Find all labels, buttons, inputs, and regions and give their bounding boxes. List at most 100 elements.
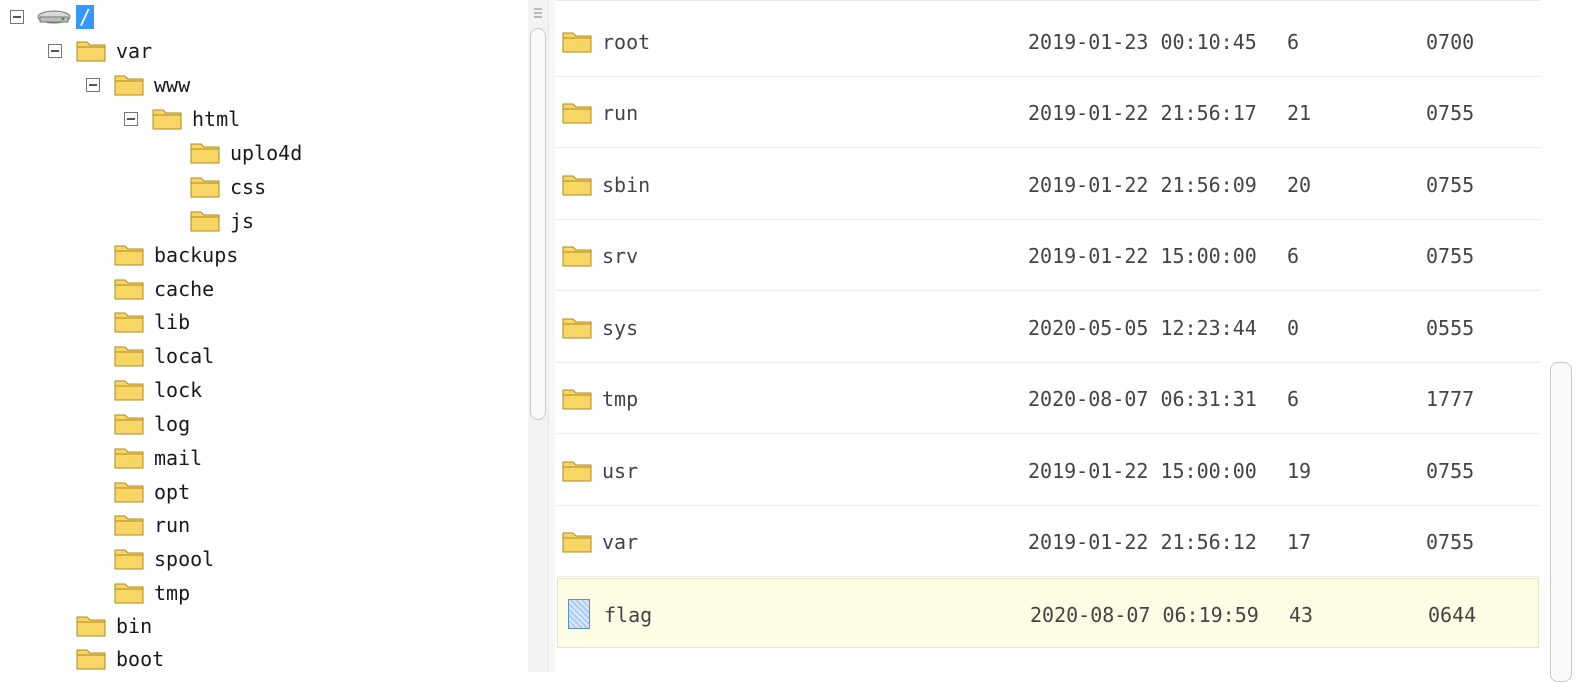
file-row[interactable]: sbin 2019-01-22 21:56:09 20 0755 xyxy=(556,149,1540,220)
tree-node-label: log xyxy=(154,412,191,436)
tree-node-label: uplo4d xyxy=(230,141,303,165)
file-name: usr xyxy=(602,459,639,483)
file-row[interactable]: usr 2019-01-22 15:00:00 19 0755 xyxy=(556,435,1540,506)
folder-icon xyxy=(190,211,220,232)
file-row[interactable]: tmp 2020-08-07 06:31:31 6 1777 xyxy=(556,363,1540,434)
tree-node-js[interactable]: js xyxy=(0,206,320,236)
tree-node-label: lock xyxy=(154,378,203,402)
file-row[interactable]: root 2019-01-23 00:10:45 6 0700 xyxy=(556,6,1540,77)
file-name: flag xyxy=(604,603,653,627)
tree-node-lib[interactable]: lib xyxy=(0,307,300,337)
folder-icon xyxy=(190,177,220,198)
tree-node-label: local xyxy=(154,344,215,368)
tree-node-label: spool xyxy=(154,547,215,571)
tree-node-lock[interactable]: lock xyxy=(0,375,300,405)
pane-splitter[interactable] xyxy=(548,0,555,672)
tree-node-run[interactable]: run xyxy=(0,510,300,540)
file-row[interactable]: srv 2019-01-22 15:00:00 6 0755 xyxy=(556,220,1540,291)
tree-node-label: backups xyxy=(154,243,239,267)
tree-node-label: run xyxy=(154,513,191,537)
tree-node-label: tmp xyxy=(154,581,191,605)
file-modified: 2019-01-23 00:10:45 xyxy=(1028,30,1257,54)
collapse-toggle[interactable] xyxy=(124,112,138,126)
file-name: tmp xyxy=(602,387,639,411)
folder-icon xyxy=(562,103,592,124)
file-name: var xyxy=(602,530,639,554)
scrollbar-thumb[interactable] xyxy=(1550,362,1572,682)
file-permissions: 0755 xyxy=(1426,101,1475,125)
file-row[interactable]: sys 2020-05-05 12:23:44 0 0555 xyxy=(556,292,1540,363)
tree-node-label: js xyxy=(230,209,255,233)
collapse-toggle[interactable] xyxy=(48,44,62,58)
tree-node-label: opt xyxy=(154,480,191,504)
file-row[interactable]: run 2019-01-22 21:56:17 21 0755 xyxy=(556,77,1540,148)
folder-icon xyxy=(114,515,144,536)
folder-icon xyxy=(114,549,144,570)
folder-icon xyxy=(76,649,106,670)
file-permissions: 0755 xyxy=(1426,244,1475,268)
tree-node-label: bin xyxy=(116,614,153,638)
tree-node-uplo4d[interactable]: uplo4d xyxy=(0,138,320,168)
tree-node-log[interactable]: log xyxy=(0,409,300,439)
tree-node-opt[interactable]: opt xyxy=(0,477,300,507)
file-size: 6 xyxy=(1287,387,1300,411)
folder-icon xyxy=(114,75,144,96)
file-modified: 2019-01-22 15:00:00 xyxy=(1028,244,1257,268)
folder-icon xyxy=(562,532,592,553)
tree-node-label: boot xyxy=(116,647,165,671)
file-size: 20 xyxy=(1287,173,1312,197)
tree-node-local[interactable]: local xyxy=(0,341,300,371)
tree-node-www[interactable]: www xyxy=(0,70,220,100)
collapse-toggle[interactable] xyxy=(10,10,24,24)
file-permissions: 0755 xyxy=(1426,459,1475,483)
folder-icon xyxy=(76,41,106,62)
file-permissions: 0755 xyxy=(1426,173,1475,197)
file-modified: 2020-05-05 12:23:44 xyxy=(1028,316,1257,340)
file-list-scrollbar[interactable] xyxy=(1550,0,1578,682)
file-row-selected[interactable]: flag 2020-08-07 06:19:59 43 0644 xyxy=(557,578,1539,648)
folder-icon xyxy=(562,318,592,339)
file-size: 21 xyxy=(1287,101,1312,125)
collapse-toggle[interactable] xyxy=(86,78,100,92)
folder-icon xyxy=(114,380,144,401)
file-name: sbin xyxy=(602,173,651,197)
folder-icon xyxy=(114,448,144,469)
file-size: 19 xyxy=(1287,459,1312,483)
file-name: run xyxy=(602,101,639,125)
folder-icon xyxy=(562,246,592,267)
tree-node-var[interactable]: var xyxy=(0,36,200,66)
file-icon xyxy=(568,599,590,629)
tree-node-label: www xyxy=(154,73,191,97)
tree-node-label: mail xyxy=(154,446,203,470)
tree-node-spool[interactable]: spool xyxy=(0,544,300,574)
folder-icon xyxy=(76,616,106,637)
file-size: 6 xyxy=(1287,30,1300,54)
tree-node-bin[interactable]: bin xyxy=(0,611,300,641)
tree-node-tmp[interactable]: tmp xyxy=(0,578,300,608)
tree-node-cache[interactable]: cache xyxy=(0,274,300,304)
tree-node-html[interactable]: html xyxy=(0,104,260,134)
file-modified: 2020-08-07 06:31:31 xyxy=(1028,387,1257,411)
folder-icon xyxy=(562,32,592,53)
tree-node-mail[interactable]: mail xyxy=(0,443,300,473)
folder-icon xyxy=(562,175,592,196)
file-size: 0 xyxy=(1287,316,1300,340)
file-name: root xyxy=(602,30,651,54)
tree-node-root[interactable]: / xyxy=(0,2,120,32)
tree-node-label: cache xyxy=(154,277,215,301)
folder-icon xyxy=(562,461,592,482)
scrollbar-thumb[interactable] xyxy=(530,28,546,420)
folder-icon xyxy=(114,583,144,604)
folder-icon xyxy=(114,414,144,435)
folder-icon xyxy=(152,109,182,130)
file-size: 17 xyxy=(1287,530,1312,554)
file-modified: 2019-01-22 15:00:00 xyxy=(1028,459,1257,483)
tree-node-backups[interactable]: backups xyxy=(0,240,300,270)
file-row[interactable]: var 2019-01-22 21:56:12 17 0755 xyxy=(556,506,1540,577)
file-permissions: 0755 xyxy=(1426,530,1475,554)
tree-node-boot[interactable]: boot xyxy=(0,644,300,672)
file-list: root 2019-01-23 00:10:45 6 0700 run 2019… xyxy=(556,0,1540,673)
folder-icon xyxy=(114,279,144,300)
tree-node-css[interactable]: css xyxy=(0,172,320,202)
tree-scrollbar[interactable] xyxy=(528,0,548,672)
